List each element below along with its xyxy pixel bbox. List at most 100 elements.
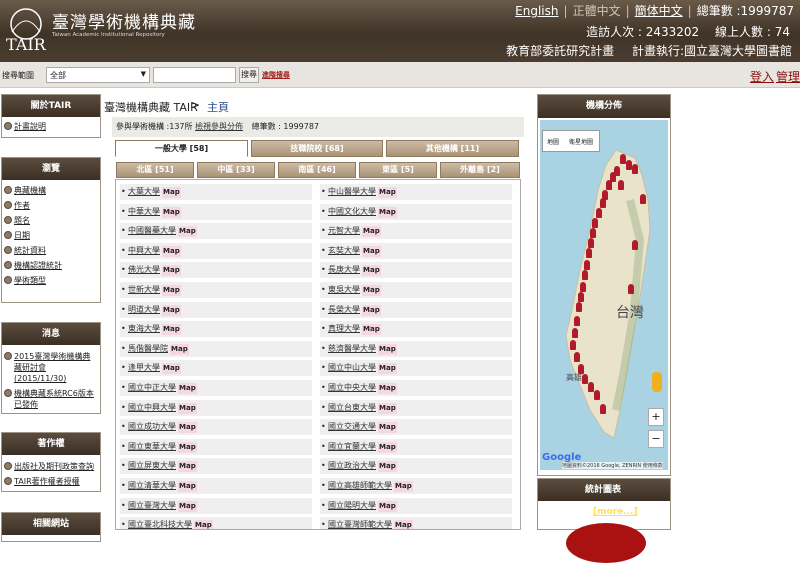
- institution-link[interactable]: 國立中興大學: [128, 403, 176, 412]
- search-input[interactable]: [153, 67, 236, 83]
- sidebar-item[interactable]: 機構認證統計: [2, 258, 100, 273]
- map-pin-icon[interactable]: [572, 328, 578, 338]
- map-pin-icon[interactable]: [580, 282, 586, 292]
- map-link[interactable]: Map: [162, 245, 181, 257]
- sidebar-item[interactable]: 作者: [2, 198, 100, 213]
- map-link[interactable]: Map: [178, 441, 197, 453]
- map-pin-icon[interactable]: [574, 316, 580, 326]
- map-pin-icon[interactable]: [588, 382, 594, 392]
- map-link[interactable]: Map: [362, 304, 381, 316]
- sidebar-item[interactable]: 學術類型: [2, 273, 100, 288]
- institution-link[interactable]: 佛光大學: [128, 265, 160, 274]
- breadcrumb-site[interactable]: 臺灣機構典藏 TAIR: [104, 99, 198, 115]
- map-link[interactable]: Map: [378, 402, 397, 414]
- institution-link[interactable]: 逢甲大學: [128, 363, 160, 372]
- tab-region-central[interactable]: 中區 [33]: [197, 162, 275, 178]
- scope-select[interactable]: 全部 ▼: [46, 67, 150, 83]
- zoom-out-button[interactable]: −: [648, 430, 664, 448]
- map-pin-icon[interactable]: [600, 404, 606, 414]
- institution-link[interactable]: 國立臺灣師範大學: [328, 520, 392, 529]
- map-pin-icon[interactable]: [582, 270, 588, 280]
- map-pin-icon[interactable]: [590, 228, 596, 238]
- tab-technical-colleges[interactable]: 技職院校 [68]: [251, 140, 383, 157]
- map-pin-icon[interactable]: [584, 260, 590, 270]
- zoom-in-button[interactable]: +: [648, 408, 664, 426]
- map-link[interactable]: Map: [378, 500, 397, 512]
- sidebar-item[interactable]: 2015臺灣學術機構典藏研討會(2015/11/30): [2, 349, 100, 386]
- map-attribution[interactable]: 地圖資料©2016 Google, ZENRIN 使用條款: [562, 462, 663, 469]
- map-link[interactable]: Map: [178, 500, 197, 512]
- lang-english-link[interactable]: English: [515, 4, 558, 18]
- tair-logo-icon[interactable]: TAIR: [4, 4, 48, 52]
- map-link[interactable]: Map: [178, 226, 197, 238]
- institution-link[interactable]: 國立臺灣大學: [128, 501, 176, 510]
- institution-link[interactable]: 國立成功大學: [128, 422, 176, 431]
- map-pin-icon[interactable]: [578, 292, 584, 302]
- institution-link[interactable]: 玄奘大學: [328, 246, 360, 255]
- login-link[interactable]: 登入: [750, 68, 774, 85]
- tab-region-islands[interactable]: 外離島 [2]: [440, 162, 520, 178]
- map-link[interactable]: Map: [162, 265, 181, 277]
- institution-link[interactable]: 中興大學: [128, 246, 160, 255]
- institution-link[interactable]: 東吳大學: [328, 285, 360, 294]
- map-link[interactable]: Map: [378, 441, 397, 453]
- tab-other-institutions[interactable]: 其他機構 [11]: [386, 140, 519, 157]
- institution-link[interactable]: 中華大學: [128, 207, 160, 216]
- map-pin-icon[interactable]: [596, 208, 602, 218]
- institution-link[interactable]: 國立政治大學: [328, 461, 376, 470]
- street-view-pegman-icon[interactable]: [652, 372, 662, 392]
- institution-link[interactable]: 中國醫藥大學: [128, 226, 176, 235]
- institution-link[interactable]: 國立屏東大學: [128, 461, 176, 470]
- map-link[interactable]: Map: [378, 363, 397, 375]
- map-link[interactable]: Map: [394, 520, 413, 529]
- map-pin-icon[interactable]: [640, 194, 646, 204]
- map-link[interactable]: Map: [178, 383, 197, 394]
- admin-link[interactable]: 管理: [776, 68, 800, 85]
- map-type-map[interactable]: 地圖: [547, 137, 559, 146]
- map-pin-icon[interactable]: [594, 390, 600, 400]
- map-link[interactable]: Map: [162, 324, 181, 336]
- advanced-search-link[interactable]: 進階搜尋: [262, 70, 290, 80]
- institution-map[interactable]: 地圖 衛星地圖 台灣 高雄 + − Google 地圖資料©2016 Googl…: [540, 120, 668, 470]
- institution-link[interactable]: 國立東華大學: [128, 442, 176, 451]
- sidebar-item[interactable]: 機構典藏系統RC6版本已發佈: [2, 386, 100, 412]
- map-link[interactable]: Map: [378, 343, 397, 355]
- map-pin-icon[interactable]: [618, 180, 624, 190]
- institution-link[interactable]: 慈濟醫學大學: [328, 344, 376, 353]
- institution-link[interactable]: 世新大學: [128, 285, 160, 294]
- map-link[interactable]: Map: [178, 481, 197, 492]
- institution-link[interactable]: 東海大學: [128, 324, 160, 333]
- map-pin-icon[interactable]: [606, 180, 612, 190]
- map-pin-icon[interactable]: [582, 374, 588, 384]
- map-link[interactable]: Map: [194, 520, 213, 529]
- institution-link[interactable]: 中國文化大學: [328, 207, 376, 216]
- institution-link[interactable]: 國立台東大學: [328, 403, 376, 412]
- map-type-satellite[interactable]: 衛星地圖: [569, 137, 593, 146]
- map-link[interactable]: Map: [378, 383, 397, 394]
- map-pin-icon[interactable]: [570, 340, 576, 350]
- map-link[interactable]: Map: [178, 422, 197, 434]
- lang-simplified-link[interactable]: 簡体中文: [635, 4, 683, 18]
- map-pin-icon[interactable]: [628, 284, 634, 294]
- institution-link[interactable]: 大葉大學: [128, 187, 160, 196]
- institution-link[interactable]: 明道大學: [128, 305, 160, 314]
- map-link[interactable]: Map: [362, 285, 381, 296]
- institution-link[interactable]: 馬偕醫學院: [128, 344, 168, 353]
- map-link[interactable]: Map: [378, 461, 397, 473]
- map-pin-icon[interactable]: [574, 352, 580, 362]
- map-link[interactable]: Map: [378, 187, 397, 198]
- institution-link[interactable]: 長庚大學: [328, 265, 360, 274]
- institution-link[interactable]: 國立清華大學: [128, 481, 176, 490]
- institution-link[interactable]: 國立中正大學: [128, 383, 176, 392]
- breadcrumb-home[interactable]: 主頁: [207, 99, 229, 115]
- map-link[interactable]: Map: [178, 402, 197, 414]
- institution-link[interactable]: 國立中央大學: [328, 383, 376, 392]
- map-link[interactable]: Map: [362, 265, 381, 277]
- lang-traditional-link[interactable]: 正體中文: [573, 4, 621, 18]
- institution-link[interactable]: 國立高雄師範大學: [328, 481, 392, 490]
- map-link[interactable]: Map: [394, 481, 413, 492]
- institution-link[interactable]: 國立臺北科技大學: [128, 520, 192, 529]
- stats-more-link[interactable]: [more...]: [593, 507, 638, 517]
- tab-region-east[interactable]: 東區 [5]: [359, 162, 437, 178]
- institution-link[interactable]: 國立宜蘭大學: [328, 442, 376, 451]
